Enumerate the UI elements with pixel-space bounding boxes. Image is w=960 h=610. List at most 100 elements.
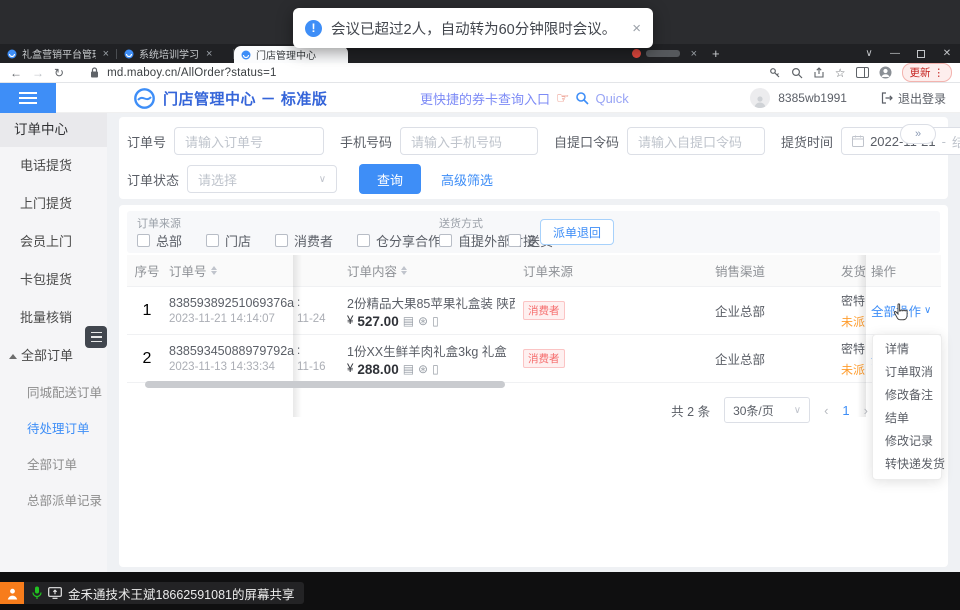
tab-label: 系统培训学习 xyxy=(139,46,199,61)
checkbox-icon xyxy=(439,234,452,247)
password-key-icon[interactable] xyxy=(769,67,781,79)
phone-icon[interactable]: ▯ xyxy=(432,362,439,376)
checkbox-source-store[interactable]: 门店 xyxy=(206,231,251,250)
quick-search-icon[interactable] xyxy=(575,91,589,105)
horizontal-scrollbar[interactable] xyxy=(145,381,505,388)
reload-icon[interactable]: ↻ xyxy=(54,66,64,80)
row-actions-menu: 详情 订单取消 修改备注 结单 修改记录 转快递发货 xyxy=(872,334,942,480)
sort-icon[interactable] xyxy=(401,266,407,275)
order-no-input[interactable]: 请输入订单号 xyxy=(174,127,324,155)
col-content[interactable]: 订单内容 xyxy=(343,261,515,280)
distribution-icon[interactable]: ⊛ xyxy=(418,314,428,328)
order-table-panel: 订单来源 总部 门店 消费者 仓分享合作 外部对接 送货方式 自提 送货 派单退… xyxy=(119,205,948,567)
receipt-icon[interactable]: ▤ xyxy=(403,314,414,328)
toast-message: 会议已超过2人，自动转为60分钟限时会议。 xyxy=(331,18,616,39)
forward-icon[interactable]: → xyxy=(32,66,44,80)
source-tag: 消费者 xyxy=(523,301,565,320)
new-tab-button[interactable]: + xyxy=(704,44,728,63)
share-bar-text: 金禾通技术王斌18662591081的屏幕共享 xyxy=(68,584,294,603)
zoom-icon[interactable] xyxy=(791,67,803,79)
col-action: 操作 xyxy=(867,261,941,280)
bookmark-star-icon[interactable]: ☆ xyxy=(835,66,846,80)
screen-share-chip[interactable]: 金禾通技术王斌18662591081的屏幕共享 xyxy=(0,582,304,604)
currency-symbol: ¥ xyxy=(347,315,353,327)
promo-link[interactable]: 更快捷的券卡查询入口 xyxy=(420,89,550,108)
browser-address-bar: ← → ↻ md.maboy.cn/AllOrder?status=1 ☆ 更新… xyxy=(0,63,960,83)
sidebar-toggle-button[interactable] xyxy=(0,83,56,113)
browser-tab-1[interactable]: 礼盒营销平台管理中心 × xyxy=(0,44,116,63)
header-user-area: 8385wb1991 退出登录 xyxy=(750,83,946,113)
checkbox-source-consumer[interactable]: 消费者 xyxy=(275,231,333,250)
filter-panel: 订单号 请输入订单号 手机号码 请输入手机号码 自提口令码 请输入自提口令码 提… xyxy=(119,117,948,199)
order-source-cell: 消费者 xyxy=(515,349,701,368)
current-page[interactable]: 1 xyxy=(842,403,849,418)
menu-item-edit-history[interactable]: 修改记录 xyxy=(873,430,941,453)
maximize-button[interactable] xyxy=(917,50,925,58)
tab-label: 礼盒营销平台管理中心 xyxy=(22,46,96,61)
minimize-button[interactable]: — xyxy=(882,48,908,59)
sales-channel-cell: 企业总部 xyxy=(701,349,841,369)
side-panel-icon[interactable] xyxy=(856,67,869,78)
row-index: 2 xyxy=(127,350,167,368)
sidebar-item-hq-dispatch[interactable]: 总部派单记录 xyxy=(0,483,107,519)
sidebar-item-card-pickup[interactable]: 卡包提货 xyxy=(0,261,107,299)
total-count: 共 2 条 xyxy=(671,401,710,420)
page-size-select[interactable]: 30条/页 ∨ xyxy=(724,397,810,423)
url-text[interactable]: md.maboy.cn/AllOrder?status=1 xyxy=(107,67,277,79)
checkbox-icon xyxy=(137,234,150,247)
receipt-icon[interactable]: ▤ xyxy=(403,362,414,376)
expand-caret-icon xyxy=(9,354,17,359)
sidebar-collapse-handle[interactable] xyxy=(85,326,107,348)
profile-avatar-icon[interactable] xyxy=(879,66,892,79)
order-content-cell: 2份精品大果85苹果礼盒装 陕西... ¥ 527.00 ▤ ⊛ ▯ xyxy=(343,293,515,329)
tab-search-icon[interactable]: ∨ xyxy=(856,48,882,59)
site-favicon xyxy=(241,50,251,60)
checkbox-icon xyxy=(357,234,370,247)
tab-close-icon[interactable]: × xyxy=(206,48,212,60)
tab-close-icon[interactable]: × xyxy=(103,48,109,60)
tab-close-icon[interactable]: × xyxy=(691,48,697,60)
checkbox-source-warehouse-share[interactable]: 仓分享合作 xyxy=(357,231,441,250)
logout-label: 退出登录 xyxy=(898,90,946,107)
sidebar-item-all-orders[interactable]: 全部订单 xyxy=(0,447,107,483)
col-order-no[interactable]: 订单号 xyxy=(167,261,291,280)
logout-button[interactable]: 退出登录 xyxy=(881,90,946,107)
sidebar-item-member-visit[interactable]: 会员上门 xyxy=(0,223,107,261)
browser-tab-active[interactable]: 门店管理中心 xyxy=(234,46,348,63)
sidebar-item-city-delivery[interactable]: 同城配送订单 xyxy=(0,375,107,411)
sidebar-item-door-pickup[interactable]: 上门提货 xyxy=(0,185,107,223)
checkbox-icon xyxy=(508,234,521,247)
menu-item-details[interactable]: 详情 xyxy=(873,338,941,361)
menu-item-express-ship[interactable]: 转快递发货 xyxy=(873,453,941,476)
menu-item-cancel-order[interactable]: 订单取消 xyxy=(873,361,941,384)
order-source-cell: 消费者 xyxy=(515,301,701,320)
prev-page-button[interactable]: ‹ xyxy=(824,403,828,418)
distribution-icon[interactable]: ⊛ xyxy=(418,362,428,376)
sort-icon[interactable] xyxy=(211,266,217,275)
pickup-code-input[interactable]: 请输入自提口令码 xyxy=(627,127,765,155)
share-icon[interactable] xyxy=(813,67,825,79)
toast-close-icon[interactable]: × xyxy=(632,20,641,37)
phone-icon[interactable]: ▯ xyxy=(432,314,439,328)
close-window-button[interactable]: ✕ xyxy=(934,48,960,59)
chevron-down-icon: ∨ xyxy=(794,405,801,416)
sidebar-item-pending-orders[interactable]: 待处理订单 xyxy=(0,411,107,447)
quick-link[interactable]: Quick xyxy=(595,91,628,106)
back-icon[interactable]: ← xyxy=(10,66,22,80)
query-button[interactable]: 查询 xyxy=(359,164,421,194)
collapse-filters-button[interactable]: » xyxy=(900,124,936,144)
chrome-update-button[interactable]: 更新 ⋮ xyxy=(902,63,953,82)
checkbox-source-hq[interactable]: 总部 xyxy=(137,231,182,250)
status-select[interactable]: 请选择 ∨ xyxy=(187,165,337,193)
microphone-icon xyxy=(32,586,42,600)
next-page-button[interactable]: › xyxy=(864,403,868,418)
browser-tab-2[interactable]: 系统培训学习 × xyxy=(117,44,233,63)
checkbox-delivery-pickup[interactable]: 自提 xyxy=(439,231,484,250)
advanced-filter-link[interactable]: 高级筛选 xyxy=(441,170,493,189)
orders-table: 序号 订单号 订单内容 订单来源 销售渠道 发货 操作 xyxy=(127,255,941,383)
sidebar-item-phone-pickup[interactable]: 电话提货 xyxy=(0,147,107,185)
phone-input[interactable]: 请输入手机号码 xyxy=(400,127,538,155)
menu-item-edit-remark[interactable]: 修改备注 xyxy=(873,384,941,407)
dispatch-return-button[interactable]: 派单退回 xyxy=(540,219,614,245)
menu-item-close-order[interactable]: 结单 xyxy=(873,407,941,430)
